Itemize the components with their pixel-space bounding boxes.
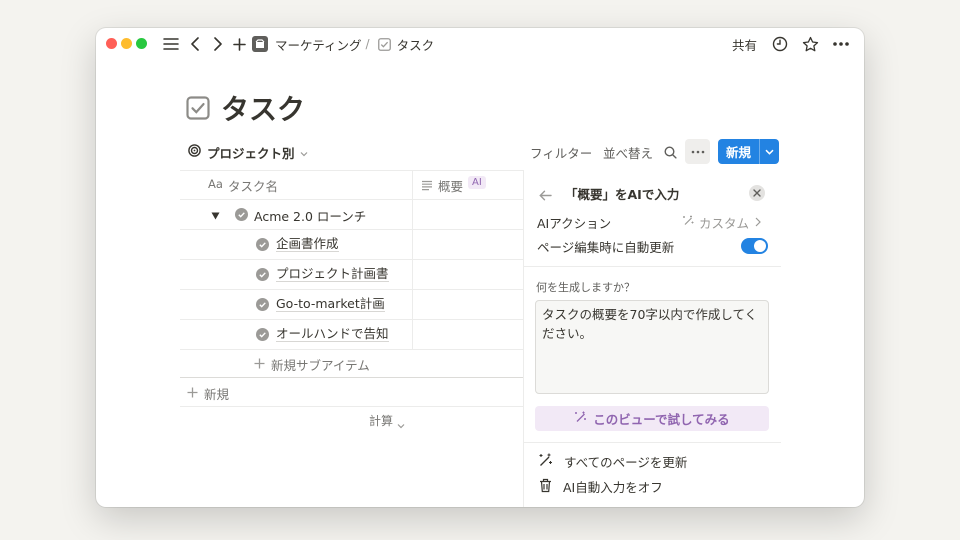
status-check-icon (235, 208, 248, 221)
plus-icon (254, 357, 265, 372)
calculate-label: 計算 (369, 414, 394, 428)
table-bottom-border (180, 406, 523, 407)
more-dots-icon (691, 150, 704, 153)
status-check-icon (256, 238, 269, 251)
panel-divider (524, 442, 781, 443)
sidebar-menu-icon[interactable] (163, 28, 179, 60)
row-border (180, 349, 523, 350)
close-window-button[interactable] (106, 38, 117, 49)
group-border (180, 377, 523, 378)
checkbox-icon (377, 37, 391, 51)
panel-divider (524, 266, 781, 267)
page-checkbox-icon[interactable] (186, 96, 210, 124)
minimize-window-button[interactable] (121, 38, 132, 49)
view-more-button[interactable] (685, 139, 710, 164)
page-title[interactable]: タスク (221, 88, 305, 128)
header-border (180, 199, 523, 200)
turn-off-label: AI自動入力をオフ (563, 480, 663, 495)
update-all-pages-button[interactable]: すべてのページを更新 (538, 452, 687, 471)
column-summary-label: 概要 (438, 179, 464, 194)
share-button[interactable]: 共有 (732, 28, 757, 60)
breadcrumb: マーケティング / タスク (252, 28, 434, 60)
app-window: マーケティング / タスク 共有 タスク プロジェクト別 フィルター 並べ替え … (96, 28, 864, 507)
favorite-star-icon[interactable] (802, 28, 819, 60)
row-border (180, 229, 523, 230)
status-check-icon (256, 268, 269, 281)
new-subitem-label: 新規サブアイテム (271, 358, 370, 373)
new-page-button[interactable]: 新規 (718, 139, 779, 164)
text-lines-icon (421, 179, 433, 194)
chevron-down-icon (397, 417, 405, 432)
prompt-label: 何を生成しますか？ (536, 281, 635, 294)
ai-action-selector[interactable]: カスタム (682, 213, 761, 232)
try-label: このビューで試してみる (593, 412, 730, 427)
row-border (180, 289, 523, 290)
view-name: プロジェクト別 (207, 145, 295, 161)
history-clock-icon[interactable] (772, 28, 788, 60)
try-in-view-button[interactable]: このビューで試してみる (535, 406, 769, 431)
back-arrow-icon[interactable] (539, 186, 552, 205)
breadcrumb-parent[interactable]: マーケティング (275, 35, 362, 54)
target-icon (188, 144, 201, 160)
breadcrumb-current[interactable]: タスク (397, 35, 435, 54)
marketing-page-icon (252, 36, 268, 52)
subitem-title[interactable]: 企画書作成 (276, 236, 339, 252)
sparkle-icon (538, 453, 553, 471)
subitem-title[interactable]: オールハンドで告知 (276, 326, 389, 342)
breadcrumb-separator: / (365, 37, 370, 51)
ai-action-value: カスタム (699, 216, 750, 231)
plus-icon[interactable] (233, 28, 246, 60)
status-check-icon (256, 298, 269, 311)
chevron-right-icon (755, 215, 761, 230)
search-icon[interactable] (664, 139, 677, 165)
prompt-textarea[interactable]: タスクの概要を70字以内で作成してください。 (535, 300, 769, 394)
row-border (180, 259, 523, 260)
panel-title: 「概要」をAIで入力 (565, 187, 680, 202)
sort-button[interactable]: 並べ替え (603, 139, 653, 165)
subitem-title[interactable]: Go-to-market計画 (276, 296, 385, 312)
sparkle-icon (682, 215, 694, 230)
sparkle-icon (574, 411, 587, 427)
back-arrow-icon[interactable] (190, 28, 200, 60)
collapse-toggle-icon[interactable] (211, 208, 220, 223)
column-name-label: タスク名 (228, 179, 279, 194)
filter-button[interactable]: フィルター (530, 139, 592, 165)
view-selector[interactable]: プロジェクト別 (188, 139, 308, 165)
forward-arrow-icon[interactable] (213, 28, 223, 60)
row-border (180, 319, 523, 320)
chevron-down-icon[interactable] (760, 149, 779, 155)
ai-action-label: AIアクション (537, 216, 612, 231)
new-button-label: 新規 (726, 145, 752, 160)
trash-icon (539, 478, 552, 496)
ai-autofill-panel: 「概要」をAIで入力 AIアクション カスタム ページ編集時に自動更新 何を生成… (523, 170, 781, 507)
title-bar: マーケティング / タスク 共有 (96, 28, 864, 60)
text-type-icon: Aa (208, 177, 223, 191)
status-check-icon (256, 328, 269, 341)
zoom-window-button[interactable] (136, 38, 147, 49)
subitem-title[interactable]: プロジェクト計画書 (276, 266, 389, 282)
more-dots-icon[interactable] (832, 28, 850, 60)
auto-update-toggle[interactable] (741, 238, 768, 254)
row-title[interactable]: Acme 2.0 ローンチ (254, 206, 366, 225)
ai-badge: AI (468, 176, 486, 189)
update-all-label: すべてのページを更新 (564, 455, 688, 470)
turn-off-autofill-button[interactable]: AI自動入力をオフ (539, 477, 663, 496)
auto-update-label: ページ編集時に自動更新 (537, 240, 675, 255)
chevron-down-icon (300, 145, 308, 160)
close-icon[interactable] (749, 185, 765, 201)
new-row-label: 新規 (204, 387, 230, 402)
table-top-border (180, 170, 523, 171)
plus-icon (187, 386, 198, 401)
